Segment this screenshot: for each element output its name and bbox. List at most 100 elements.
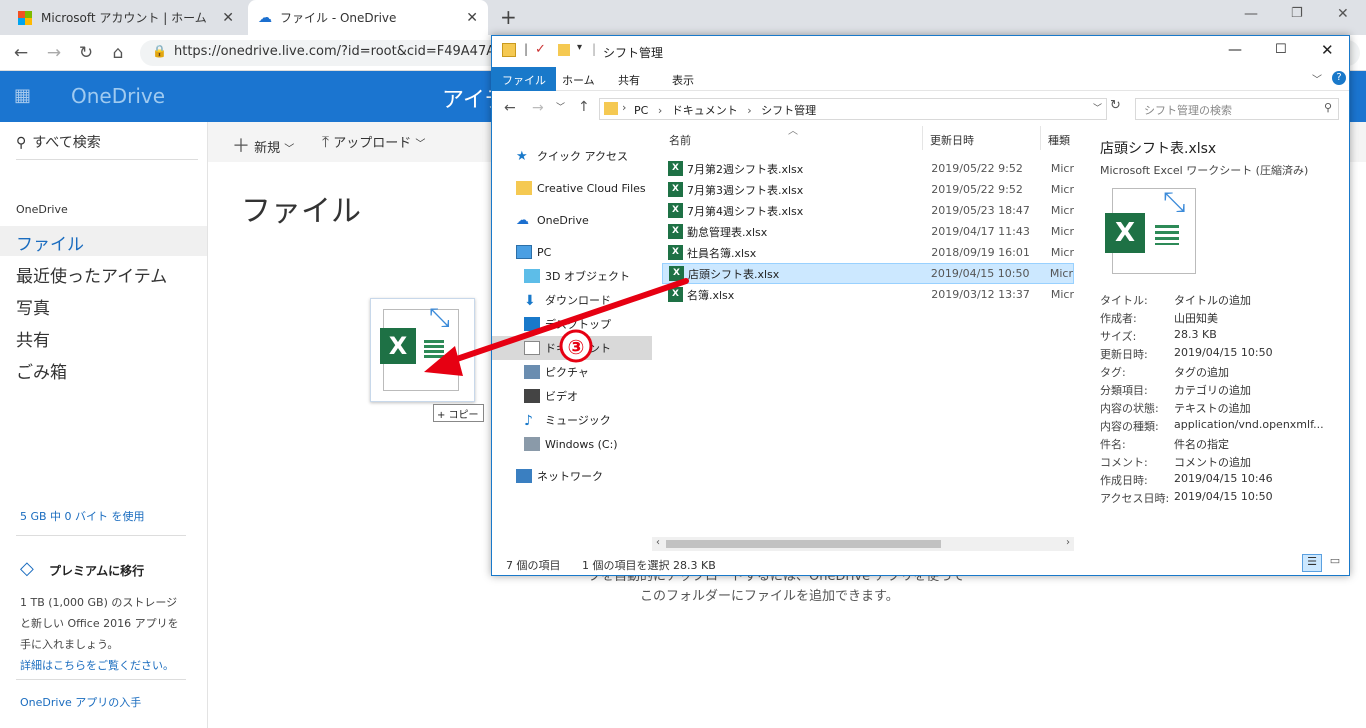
column-divider[interactable] [922, 126, 923, 150]
expand-ribbon-icon[interactable]: ﹀ [1312, 71, 1322, 86]
up-icon[interactable]: ↑ [578, 99, 590, 115]
details-view-icon[interactable]: ☰ [1302, 554, 1322, 572]
recent-dropdown-icon[interactable]: ﹀ [556, 100, 565, 113]
column-date[interactable]: 更新日時 [930, 132, 974, 148]
prop-value[interactable]: テキストの追加 [1174, 400, 1251, 416]
file-row[interactable]: X 7月第2週シフト表.xlsx 2019/05/22 9:52 Micr [662, 158, 1074, 179]
qat-dropdown-icon[interactable]: ▾ [577, 42, 582, 53]
ribbon-tab-home[interactable]: ホーム [552, 67, 605, 91]
forward-icon[interactable]: → [532, 100, 544, 116]
minimize-icon[interactable]: — [1228, 42, 1242, 58]
nav-shared[interactable]: 共有 [0, 322, 207, 352]
premium-details-link[interactable]: 詳細はこちらをご覧ください。 [20, 657, 174, 673]
close-tab-icon[interactable]: ✕ [466, 10, 478, 26]
file-row-selected[interactable]: X 店頭シフト表.xlsx 2019/04/15 10:50 Micr [662, 263, 1074, 284]
back-icon[interactable]: ← [504, 100, 516, 116]
home-icon[interactable]: ⌂ [108, 43, 128, 63]
column-type[interactable]: 種類 [1048, 132, 1070, 148]
path-pc[interactable]: PC [634, 104, 648, 117]
nav-3d-objects[interactable]: 3D オブジェクト [492, 264, 652, 288]
get-app-link[interactable]: OneDrive アプリの入手 [20, 694, 141, 710]
prop-value[interactable]: カテゴリの追加 [1174, 382, 1251, 398]
ribbon-tab-share[interactable]: 共有 [608, 67, 650, 91]
path-bar[interactable]: › PC › ドキュメント › シフト管理 ﹀ [599, 98, 1107, 120]
path-dropdown-icon[interactable]: ﹀ [1093, 101, 1102, 114]
column-divider[interactable] [1040, 126, 1041, 150]
nav-onedrive[interactable]: ☁ OneDrive [492, 208, 652, 232]
nav-documents[interactable]: ドキュメント [492, 336, 652, 360]
help-icon[interactable]: ? [1332, 71, 1346, 85]
tab-onedrive[interactable]: ☁ ファイル - OneDrive ✕ [248, 0, 488, 35]
properties-icon[interactable]: ✓ [535, 42, 546, 57]
prop-key: 内容の種類: [1100, 420, 1159, 433]
diamond-icon: ◇ [20, 558, 34, 579]
path-documents[interactable]: ドキュメント [672, 104, 738, 117]
new-button[interactable]: ＋ 新規 ﹀ [232, 132, 294, 158]
refresh-icon[interactable]: ↻ [1110, 98, 1126, 120]
chevron-right-icon: › [622, 101, 627, 114]
scroll-left-icon[interactable]: ‹ [656, 537, 660, 548]
nav-quick-access[interactable]: ★ クイック アクセス [492, 144, 652, 168]
file-row[interactable]: X 勤怠管理表.xlsx 2019/04/17 11:43 Micr [662, 221, 1074, 242]
prop-value[interactable]: タグの追加 [1174, 364, 1229, 380]
nav-recent[interactable]: 最近使ったアイテム [0, 258, 207, 288]
prop-value[interactable]: 山田知美 [1174, 310, 1218, 326]
forward-icon[interactable]: → [44, 43, 64, 63]
tab-microsoft-account[interactable]: Microsoft アカウント | ホーム ✕ [8, 0, 244, 35]
nav-desktop[interactable]: デスクトップ [492, 312, 652, 336]
new-label: 新規 [254, 141, 281, 156]
prop-value[interactable]: 件名の指定 [1174, 436, 1229, 452]
close-tab-icon[interactable]: ✕ [222, 10, 234, 26]
nav-recycle-bin[interactable]: ごみ箱 [0, 354, 207, 384]
close-icon[interactable]: ✕ [1321, 41, 1334, 59]
path-current[interactable]: シフト管理 [761, 104, 816, 117]
horizontal-scrollbar[interactable]: ‹ › [652, 537, 1074, 551]
nav-network[interactable]: ネットワーク [492, 464, 652, 488]
column-name[interactable]: 名前 [669, 132, 691, 148]
folder-search-input[interactable]: シフト管理の検索 ⚲ [1135, 98, 1339, 120]
file-row[interactable]: X 社員名簿.xlsx 2018/09/19 16:01 Micr [662, 242, 1074, 263]
premium-title[interactable]: プレミアムに移行 [49, 562, 144, 579]
large-icons-view-icon[interactable]: ▭ [1326, 554, 1344, 572]
prop-key: 件名: [1100, 438, 1126, 451]
separator-icon: | [592, 42, 597, 56]
upload-button[interactable]: ⤒ アップロード ﹀ [322, 132, 425, 152]
ribbon-tab-file[interactable]: ファイル [492, 67, 556, 91]
onedrive-brand[interactable]: OneDrive [71, 84, 165, 108]
new-folder-icon[interactable] [558, 44, 570, 56]
nav-photos[interactable]: 写真 [0, 290, 207, 320]
nav-pictures[interactable]: ピクチャ [492, 360, 652, 384]
maximize-icon[interactable]: ☐ [1275, 42, 1287, 57]
prop-value[interactable]: コメントの追加 [1174, 454, 1251, 470]
file-row[interactable]: X 名簿.xlsx 2019/03/12 13:37 Micr [662, 284, 1074, 305]
pictures-icon [524, 365, 540, 379]
nav-videos[interactable]: ビデオ [492, 384, 652, 408]
reload-icon[interactable]: ↻ [76, 43, 96, 63]
dragged-file-ghost[interactable]: X ⤡ [370, 298, 475, 402]
premium-body: 1 TB (1,000 GB) のストレージ と新しい Office 2016 … [20, 592, 179, 655]
minimize-icon[interactable]: — [1244, 6, 1258, 22]
nav-windows-drive[interactable]: Windows (C:) [492, 432, 652, 456]
premium-line: 1 TB (1,000 GB) のストレージ [20, 596, 178, 609]
storage-usage-link[interactable]: 5 GB 中 0 バイト を使用 [20, 508, 145, 524]
nav-music[interactable]: ♪ ミュージック [492, 408, 652, 432]
new-tab-button[interactable]: + [500, 5, 517, 29]
file-name: 7月第3週シフト表.xlsx [687, 183, 804, 197]
nav-pc[interactable]: PC [492, 240, 652, 264]
prop-value[interactable]: タイトルの追加 [1174, 292, 1251, 308]
nav-files[interactable]: ファイル [0, 226, 207, 256]
close-window-icon[interactable]: ✕ [1337, 6, 1349, 22]
file-row[interactable]: X 7月第4週シフト表.xlsx 2019/05/23 18:47 Micr [662, 200, 1074, 221]
restore-icon[interactable]: ❐ [1291, 6, 1303, 21]
nav-creative-cloud[interactable]: Creative Cloud Files [492, 176, 652, 200]
back-icon[interactable]: ← [11, 43, 31, 63]
search-box[interactable]: ⚲ すべて検索 [16, 130, 198, 160]
scrollbar-thumb[interactable] [666, 540, 941, 548]
ribbon-tab-view[interactable]: 表示 [662, 67, 704, 91]
file-row[interactable]: X 7月第3週シフト表.xlsx 2019/05/22 9:52 Micr [662, 179, 1074, 200]
section-label: OneDrive [16, 203, 68, 216]
scroll-right-icon[interactable]: › [1066, 537, 1070, 548]
app-launcher-icon[interactable]: ▦ [14, 85, 31, 106]
file-name: 7月第4週シフト表.xlsx [687, 204, 804, 218]
nav-downloads[interactable]: ⬇ ダウンロード [492, 288, 652, 312]
